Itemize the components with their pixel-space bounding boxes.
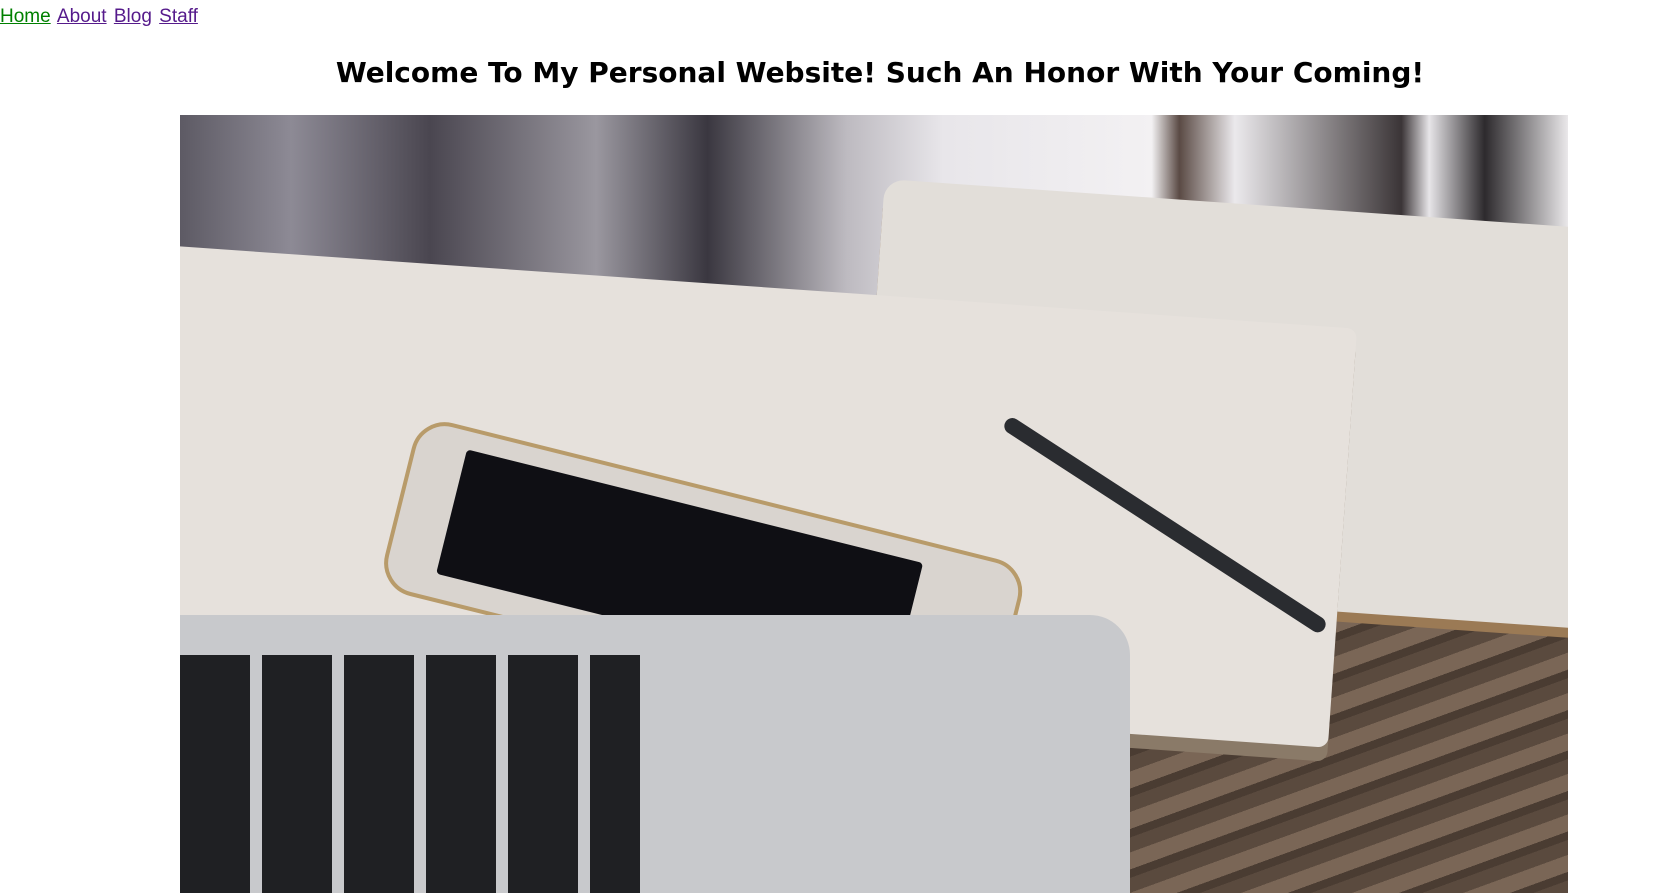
nav-link-staff[interactable]: Staff: [159, 6, 198, 27]
hero-image: [180, 115, 1568, 893]
page-title: Welcome To My Personal Website! Such An …: [335, 56, 1425, 89]
nav-link-blog[interactable]: Blog: [114, 6, 152, 27]
nav-link-home[interactable]: Home: [0, 6, 51, 27]
laptop: [180, 615, 1130, 893]
top-nav: Home About Blog Staff: [0, 6, 200, 28]
nav-link-about[interactable]: About: [57, 6, 107, 27]
laptop-keyboard: [180, 655, 640, 893]
